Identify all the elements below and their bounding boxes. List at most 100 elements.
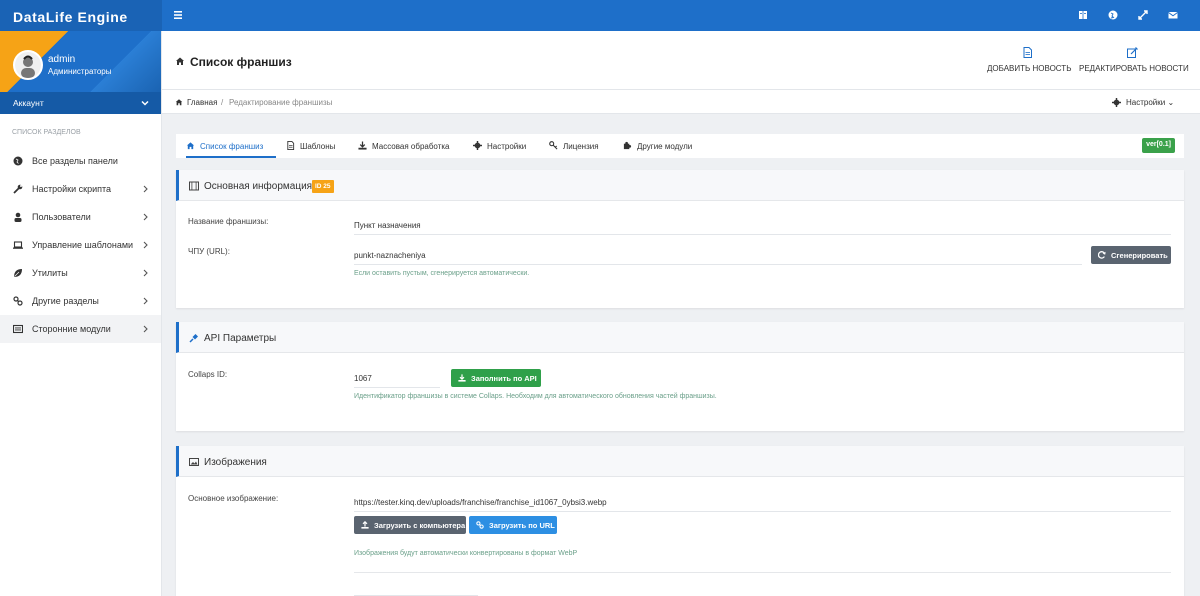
tab-settings[interactable]: Настройки <box>473 134 533 158</box>
account-dropdown[interactable]: Аккаунт <box>0 92 161 114</box>
divider <box>354 572 1171 573</box>
tab-license[interactable]: Лицензия <box>549 134 609 158</box>
tab-label: Массовая обработка <box>372 142 450 151</box>
film-icon <box>189 181 199 191</box>
basic-info-panel: Основная информация ID 25 Название франш… <box>176 170 1184 308</box>
tab-other-modules[interactable]: Другие модули <box>623 134 703 158</box>
key-icon <box>549 141 558 150</box>
sidebar-item-label: Все разделы панели <box>32 156 118 166</box>
upload-by-url-label: Загрузить по URL <box>489 521 555 530</box>
upload-from-computer-button[interactable]: Загрузить с компьютера <box>354 516 466 534</box>
chevron-right-icon <box>142 325 149 333</box>
avatar[interactable] <box>13 50 43 80</box>
panel-title: Основная информация <box>204 181 313 192</box>
sidebar-item-third-party-modules[interactable]: Сторонние модули <box>0 315 161 343</box>
sidebar-item-label: Настройки скрипта <box>32 184 112 194</box>
tab-label: Список франшиз <box>200 142 264 151</box>
add-news-button[interactable]: ДОБАВИТЬ НОВОСТЬ <box>987 47 1072 81</box>
panel-header: API Параметры <box>176 322 1184 353</box>
api-panel: API Параметры Collaps ID: 1067 Заполнить… <box>176 322 1184 431</box>
download-icon <box>358 141 367 150</box>
id-badge: ID 25 <box>312 180 334 193</box>
url-label: ЧПУ (URL): <box>188 247 230 256</box>
tab-label: Шаблоны <box>300 142 336 151</box>
add-news-label: ДОБАВИТЬ НОВОСТЬ <box>987 64 1072 73</box>
file-icon <box>1022 47 1033 58</box>
page-title: Список франшиз <box>190 55 292 69</box>
chevron-right-icon <box>142 213 149 221</box>
module-tabs: Список франшиз Шаблоны Массовая обработк… <box>176 134 1184 158</box>
panel-title: Изображения <box>204 457 267 468</box>
collaps-id-input[interactable]: 1067 <box>354 374 440 388</box>
wrench-icon <box>13 184 23 194</box>
sidebar-item-users[interactable]: Пользователи <box>0 203 161 231</box>
main-image-url-input[interactable]: https://tester.kinq.dev/uploads/franchis… <box>354 498 1171 512</box>
upload-icon <box>361 521 369 529</box>
main-image-label: Основное изображение: <box>188 494 279 503</box>
user-name[interactable]: admin <box>48 54 75 65</box>
edit-news-button[interactable]: РЕДАКТИРОВАТЬ НОВОСТИ <box>1079 47 1189 81</box>
sections-title: Список разделов <box>12 129 81 136</box>
franchise-name-input[interactable]: Пункт назначения <box>354 221 1171 235</box>
url-input[interactable]: punkt-naznacheniya <box>354 251 1082 265</box>
sidebar-item-templates[interactable]: Управление шаблонами <box>0 231 161 259</box>
sidebar-item-utilities[interactable]: Утилиты <box>0 259 161 287</box>
breadcrumb: Главная / Редактирование франшизы Настро… <box>162 90 1200 114</box>
brand-logo[interactable]: DataLife Engine <box>0 0 162 31</box>
list-icon <box>13 324 23 334</box>
generate-label: Сгенерировать <box>1111 251 1168 260</box>
chevron-right-icon <box>142 241 149 249</box>
gear-icon <box>1112 98 1121 107</box>
menu-icon[interactable] <box>171 8 185 22</box>
puzzle-icon <box>623 141 632 150</box>
panel-header: Изображения <box>176 446 1184 477</box>
file-icon <box>286 141 295 150</box>
globe-icon[interactable] <box>1106 8 1120 22</box>
panel-title: API Параметры <box>204 333 277 344</box>
images-panel: Изображения Основное изображение: https:… <box>176 446 1184 596</box>
panel-header: Основная информация ID 25 <box>176 170 1184 201</box>
link-icon <box>476 521 484 529</box>
fill-by-api-button[interactable]: Заполнить по API <box>451 369 541 387</box>
fill-by-api-label: Заполнить по API <box>471 374 537 383</box>
generate-button[interactable]: Сгенерировать <box>1091 246 1171 264</box>
expand-icon[interactable] <box>1136 8 1150 22</box>
tab-franchise-list[interactable]: Список франшиз <box>186 134 276 158</box>
refresh-icon <box>1098 251 1106 259</box>
franchise-name-label: Название франшизы: <box>188 217 269 226</box>
chevron-right-icon <box>142 269 149 277</box>
tab-label: Другие модули <box>637 142 693 151</box>
version-badge: ver[0.1] <box>1142 138 1175 153</box>
envelope-icon[interactable] <box>1166 8 1180 22</box>
page-header: Список франшиз ДОБАВИТЬ НОВОСТЬ РЕДАКТИР… <box>162 31 1200 90</box>
settings-text: Настройки <box>1126 98 1166 107</box>
images-hint: Изображения будут автоматически конверти… <box>354 550 578 557</box>
sidebar-item-script-settings[interactable]: Настройки скрипта <box>0 175 161 203</box>
tab-templates[interactable]: Шаблоны <box>286 134 346 158</box>
breadcrumb-home-link[interactable]: Главная <box>187 98 217 107</box>
home-icon <box>175 98 183 106</box>
url-hint: Если оставить пустым, сгенерируется авто… <box>354 270 530 277</box>
top-navbar: DataLife Engine <box>0 0 1200 31</box>
settings-label: Настройки ⌄ <box>1126 98 1174 107</box>
breadcrumb-separator: / <box>221 98 224 107</box>
chevron-right-icon <box>142 297 149 305</box>
book-icon[interactable] <box>1076 8 1090 22</box>
sidebar-item-all-sections[interactable]: Все разделы панели <box>0 147 161 175</box>
sidebar-item-other-sections[interactable]: Другие разделы <box>0 287 161 315</box>
home-icon <box>175 56 185 66</box>
user-icon <box>13 212 23 222</box>
gear-icon <box>473 141 482 150</box>
chevron-down-icon <box>140 98 150 108</box>
plug-icon <box>189 333 199 343</box>
home-icon <box>186 141 195 150</box>
sidebar-item-label: Управление шаблонами <box>32 240 134 250</box>
image-icon <box>189 457 199 467</box>
tab-bulk-processing[interactable]: Массовая обработка <box>358 134 458 158</box>
tab-label: Лицензия <box>563 142 599 151</box>
sidebar-item-label: Утилиты <box>32 268 68 278</box>
upload-by-url-button[interactable]: Загрузить по URL <box>469 516 557 534</box>
settings-dropdown[interactable]: Настройки ⌄ <box>1112 97 1176 109</box>
collaps-id-hint: Идентификатор франшизы в системе Collaps… <box>354 393 717 400</box>
upload-from-computer-label: Загрузить с компьютера <box>374 521 466 530</box>
